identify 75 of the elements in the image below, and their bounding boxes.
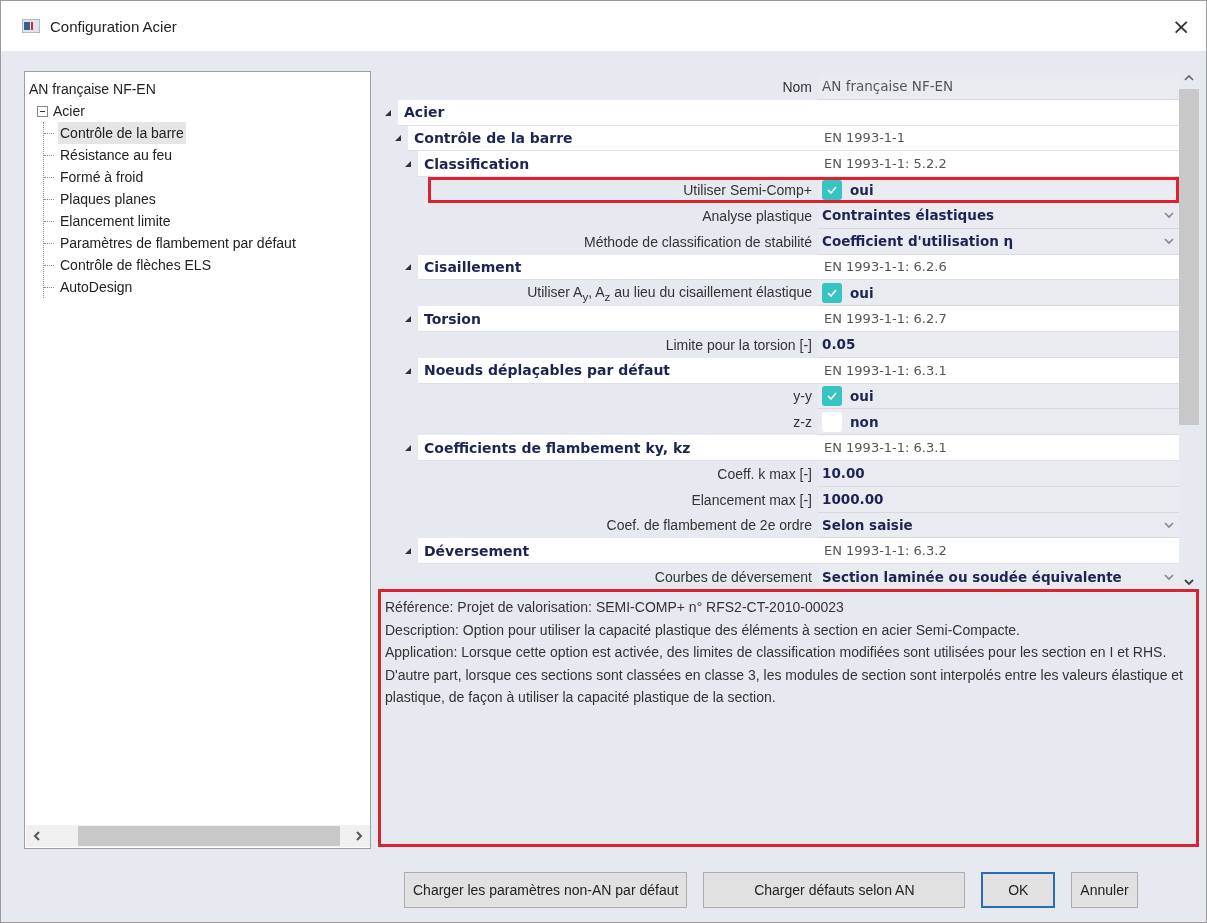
- group-reference: EN 1993-1-1: 6.3.1: [823, 440, 948, 456]
- group-title: Noeuds déplaçables par défaut: [423, 362, 672, 379]
- checkbox-value: oui: [850, 284, 875, 301]
- property-label: Analyse plastique: [701, 207, 813, 224]
- property-label: Coeff. k max [-]: [716, 465, 813, 482]
- group-title: Coefficients de flambement ky, kz: [423, 439, 692, 456]
- tree-item[interactable]: Paramètres de flambement par défaut: [58, 232, 298, 254]
- triangle-icon[interactable]: [394, 134, 402, 143]
- group-header[interactable]: Torsion EN 1993-1-1: 6.2.7: [418, 306, 1179, 332]
- check-icon: [827, 288, 837, 297]
- triangle-icon[interactable]: [404, 315, 412, 324]
- triangle-icon[interactable]: [404, 366, 412, 375]
- group-reference: EN 1993-1-1: 6.3.1: [823, 362, 948, 378]
- property-label: Courbes de déversement: [653, 569, 813, 586]
- group-title: Classification: [423, 155, 531, 172]
- group-title: Déversement: [423, 542, 531, 559]
- tree-item[interactable]: Résistance au feu: [58, 144, 175, 166]
- group-header[interactable]: Coefficients de flambement ky, kz EN 1993-1-1: 6.3.1: [418, 435, 1179, 461]
- group-reference: EN 1993-1-1: 6.2.6: [823, 259, 948, 275]
- triangle-icon[interactable]: [404, 547, 412, 556]
- tree-item[interactable]: Contrôle de flèches ELS: [58, 254, 213, 276]
- check-icon: [827, 391, 837, 400]
- tree-item[interactable]: Formé à froid: [58, 166, 146, 188]
- tree-item[interactable]: Contrôle de la barre: [58, 122, 186, 144]
- tree-item[interactable]: Acier: [51, 100, 87, 122]
- group-reference: EN 1993-1-1: 5.2.2: [823, 156, 948, 172]
- window-title: Configuration Acier: [50, 17, 178, 35]
- horizontal-scrollbar[interactable]: [26, 825, 370, 847]
- group-title: Contrôle de la barre: [413, 130, 574, 146]
- property-label: Utiliser Semi-Comp+: [682, 182, 813, 199]
- group-title: Cisaillement: [423, 258, 523, 275]
- group-header[interactable]: Noeuds déplaçables par défaut EN 1993-1-1: 6.3.1: [418, 357, 1179, 384]
- triangle-icon[interactable]: [384, 108, 392, 117]
- group-title: Acier: [403, 104, 446, 121]
- description-text: Référence: Projet de valorisation: SEMI-COMP+ n° RFS2-CT-2010-00023: [385, 598, 845, 617]
- tree-item[interactable]: AutoDesign: [58, 276, 135, 298]
- dialog-button[interactable]: OK: [981, 872, 1056, 908]
- checkbox-value: oui: [850, 387, 875, 404]
- group-reference: EN 1993-1-1: [823, 130, 907, 146]
- group-header[interactable]: Contrôle de la barre EN 1993-1-1: [408, 125, 1179, 152]
- triangle-icon[interactable]: [404, 263, 412, 272]
- checkbox[interactable]: [822, 282, 842, 303]
- checkbox[interactable]: [822, 179, 842, 200]
- property-label: y-y: [792, 388, 813, 405]
- dialog-button[interactable]: Charger les paramètres non-AN par défaut: [404, 872, 688, 908]
- property-label: Coef. de flambement de 2e ordre: [605, 517, 813, 534]
- property-label: Elancement max [-]: [690, 491, 813, 508]
- description-text: Description: Option pour utiliser la capacité plastique des éléments à section en acier Semi-Compacte.: [385, 620, 1021, 640]
- tree-item[interactable]: Elancement limite: [58, 210, 173, 232]
- close-button[interactable]: ×: [1166, 11, 1196, 41]
- tree-item[interactable]: AN française NF-EN: [29, 78, 366, 100]
- checkbox-value: non: [850, 413, 880, 430]
- group-header[interactable]: Classification EN 1993-1-1: 5.2.2: [418, 151, 1179, 178]
- group-header[interactable]: Cisaillement EN 1993-1-1: 6.2.6: [418, 254, 1179, 281]
- dialog-button[interactable]: Charger défauts selon AN: [703, 872, 966, 908]
- window-icon: [22, 19, 40, 33]
- checkbox[interactable]: [822, 385, 842, 406]
- group-reference: EN 1993-1-1: 6.2.7: [823, 311, 948, 327]
- minus-box-icon[interactable]: [37, 105, 48, 117]
- property-label: Utiliser A$_{y}$, A$_{z}$ au lieu du cisaillement élastique: [526, 283, 813, 303]
- property-label: Méthode de classification de stabilité: [582, 233, 813, 250]
- triangle-icon[interactable]: [404, 160, 412, 169]
- group-header[interactable]: Déversement EN 1993-1-1: 6.3.2: [418, 538, 1179, 565]
- check-icon: [827, 185, 837, 194]
- property-label: Nom: [781, 78, 813, 95]
- property-label: z-z: [792, 414, 813, 431]
- group-reference: EN 1993-1-1: 6.3.2: [823, 543, 948, 559]
- description-text: Application: Lorsque cette option est activée, des limites de classification modifiées sont utilisées pour les section en I et RHS. D'autre part, lorsque ces sections sont classées en classe 3, les modules de section sont interpolés entre les valeurs élastique et plastique, de façon à utiliser la capacité plastique de la section.: [385, 643, 1184, 707]
- property-label: Limite pour la torsion [-]: [664, 336, 813, 353]
- group-header[interactable]: Acier: [398, 99, 1179, 126]
- group-title: Torsion: [423, 310, 482, 327]
- triangle-icon[interactable]: [404, 444, 412, 453]
- tree-item[interactable]: Plaques planes: [58, 188, 158, 210]
- dialog-button[interactable]: Annuler: [1071, 872, 1138, 908]
- checkbox-value: oui: [850, 181, 875, 198]
